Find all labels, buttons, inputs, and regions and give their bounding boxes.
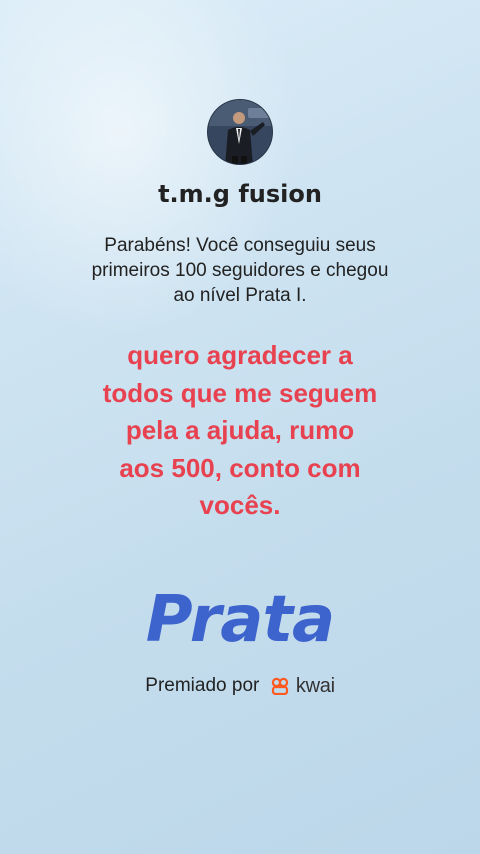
kwai-brand-name: kwai (295, 675, 335, 697)
user-thanks-note-line: todos que me seguem (102, 377, 378, 408)
user-thanks-note: quero agradecer a todos que me seguem pe… (70, 337, 410, 525)
achievement-message-line: Parabéns! Você conseguiu seus (104, 235, 376, 256)
profile-avatar[interactable] (207, 99, 273, 165)
kwai-logo-icon (271, 677, 288, 695)
user-thanks-note-line: pela a ajuda, rumo (125, 415, 355, 445)
level-badge-title: Prata (145, 583, 335, 657)
achievement-message: Parabéns! Você conseguiu seus primeiros … (60, 233, 420, 308)
user-thanks-note-line: quero agradecer a (127, 340, 353, 370)
person-in-suit-avatar-icon (208, 100, 272, 164)
achievement-message-line: ao nível Prata I. (173, 285, 307, 306)
awarded-by-row: Premiado por kwai (0, 673, 480, 699)
profile-username: t.m.g fusion (158, 180, 322, 208)
awarded-by-label: Premiado por (145, 675, 260, 696)
achievement-screen: t.m.g fusion Parabéns! Você conseguiu se… (0, 0, 480, 854)
user-thanks-note-line: aos 500, conto com (119, 452, 361, 483)
achievement-message-line: primeiros 100 seguidores e chegou (91, 260, 389, 281)
user-thanks-note-line: vocês. (199, 490, 281, 520)
